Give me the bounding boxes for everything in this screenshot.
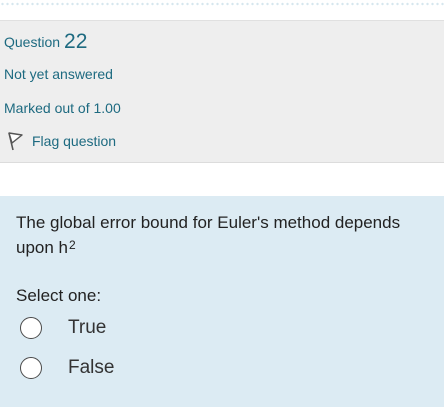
radio-button-false[interactable]: [20, 357, 42, 379]
select-one-prompt: Select one:: [16, 286, 102, 305]
answer-option-false[interactable]: False: [20, 357, 114, 379]
question-state: Not yet answered: [4, 66, 113, 82]
answer-label-true[interactable]: True: [68, 317, 106, 339]
answer-option-true[interactable]: True: [20, 317, 106, 339]
flag-icon: [6, 131, 24, 151]
question-number: 22: [64, 30, 88, 53]
question-formulation: The global error bound for Euler's metho…: [0, 196, 444, 407]
question-grade: Marked out of 1.00: [4, 100, 121, 116]
flag-question-link[interactable]: Flag question: [6, 131, 116, 151]
radio-button-true[interactable]: [20, 317, 42, 339]
question-text: The global error bound for Euler's metho…: [16, 210, 436, 262]
question-info-panel: Question 22 Not yet answered Marked out o…: [0, 20, 444, 163]
quiz-question-page: Question 22 Not yet answered Marked out o…: [0, 0, 444, 407]
top-dotted-border: [0, 2, 444, 6]
flag-question-label: Flag question: [32, 133, 117, 149]
question-text-superscript: 2: [69, 238, 76, 252]
question-number-heading: Question 22: [4, 29, 87, 53]
question-word: Question: [4, 34, 61, 50]
answer-label-false[interactable]: False: [68, 357, 114, 379]
